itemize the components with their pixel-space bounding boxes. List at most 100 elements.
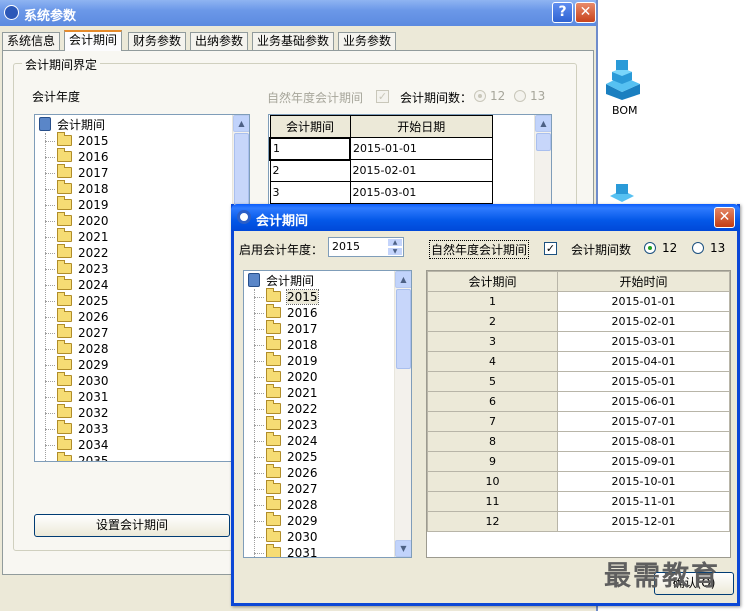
dialog-grid-cell-period[interactable]: 7 bbox=[427, 411, 558, 432]
scroll-up-arrow-icon[interactable]: ▲ bbox=[395, 271, 411, 288]
tree-year-item[interactable]: 2019 bbox=[57, 196, 109, 213]
dialog-grid-cell-period[interactable]: 11 bbox=[427, 491, 558, 512]
dialog-grid-cell-period[interactable]: 8 bbox=[427, 431, 558, 452]
tree-year-item[interactable]: 2035 bbox=[57, 452, 109, 461]
tree-year-item[interactable]: 2032 bbox=[57, 404, 109, 421]
dialog-tree-year-item[interactable]: 2029 bbox=[266, 512, 318, 529]
tree-year-item[interactable]: 2029 bbox=[57, 356, 109, 373]
table-row[interactable]: 5 2015-05-01 bbox=[427, 371, 730, 392]
set-period-button[interactable]: 设置会计期间 bbox=[34, 514, 230, 537]
dialog-grid-cell-period[interactable]: 10 bbox=[427, 471, 558, 492]
dialog-tree-year-item[interactable]: 2027 bbox=[266, 480, 318, 497]
dialog-close-button[interactable]: ✕ bbox=[714, 207, 735, 228]
dialog-tree-year-item[interactable]: 2016 bbox=[266, 304, 318, 321]
dialog-tree-year-item[interactable]: 2020 bbox=[266, 368, 318, 385]
tree-year-item[interactable]: 2034 bbox=[57, 436, 109, 453]
scroll-up-arrow-icon[interactable]: ▲ bbox=[233, 115, 249, 132]
tree-year-item[interactable]: 2027 bbox=[57, 324, 109, 341]
tree-year-item[interactable]: 2025 bbox=[57, 292, 109, 309]
tree-root[interactable]: 会计期间 bbox=[39, 117, 105, 133]
main-period-grid[interactable]: 会计期间 开始日期 1 2015-01-01 2 2015-02-01 3 20… bbox=[268, 114, 552, 210]
tree-year-item[interactable]: 2017 bbox=[57, 164, 109, 181]
natural-year-checkbox[interactable]: ✓ bbox=[376, 90, 389, 103]
tree-year-item[interactable]: 2023 bbox=[57, 260, 109, 277]
table-row[interactable]: 3 2015-03-01 bbox=[427, 331, 730, 352]
scroll-thumb[interactable] bbox=[396, 289, 411, 369]
dialog-tree-year-item[interactable]: 2024 bbox=[266, 432, 318, 449]
dialog-titlebar[interactable]: 会计期间 ✕ bbox=[231, 204, 740, 231]
spin-up-icon[interactable]: ▲ bbox=[387, 238, 403, 247]
start-year-value[interactable]: 2015 bbox=[332, 240, 360, 253]
dialog-tree-year-item[interactable]: 2028 bbox=[266, 496, 318, 513]
period-12-radio[interactable] bbox=[474, 90, 486, 102]
grid-cell-period[interactable]: 2 bbox=[269, 159, 351, 182]
tab-business-base-params[interactable]: 业务基础参数 bbox=[252, 32, 335, 50]
scroll-thumb[interactable] bbox=[536, 133, 551, 151]
dialog-grid-cell-start[interactable]: 2015-04-01 bbox=[557, 351, 730, 372]
table-row[interactable]: 6 2015-06-01 bbox=[427, 391, 730, 412]
main-grid-scrollbar[interactable]: ▲ bbox=[534, 115, 551, 209]
tree-year-item[interactable]: 2030 bbox=[57, 372, 109, 389]
tab-finance-params[interactable]: 财务参数 bbox=[128, 32, 187, 50]
dialog-tree-year-item[interactable]: 2021 bbox=[266, 384, 318, 401]
dialog-natural-year-checkbox[interactable]: ✓ bbox=[544, 242, 557, 255]
tab-business-params[interactable]: 业务参数 bbox=[338, 32, 397, 50]
table-row[interactable]: 1 2015-01-01 bbox=[427, 291, 730, 312]
dialog-tree-scrollbar[interactable]: ▲ ▼ bbox=[394, 271, 411, 557]
main-period-tree[interactable]: 会计期间 2015 2016 2017 2018 2019 2020 2021 2022 202… bbox=[34, 114, 250, 462]
dialog-period-13-radio[interactable] bbox=[692, 242, 704, 254]
dialog-grid-cell-period[interactable]: 1 bbox=[427, 291, 558, 312]
grid-cell-start[interactable]: 2015-01-01 bbox=[349, 137, 493, 160]
bom-icon[interactable] bbox=[600, 58, 644, 100]
dialog-grid-cell-period[interactable]: 4 bbox=[427, 351, 558, 372]
tab-system-info[interactable]: 系统信息 bbox=[2, 32, 61, 50]
dialog-tree-year-item[interactable]: 2026 bbox=[266, 464, 318, 481]
table-row[interactable]: 8 2015-08-01 bbox=[427, 431, 730, 452]
dialog-tree-year-item[interactable]: 2018 bbox=[266, 336, 318, 353]
table-row[interactable]: 9 2015-09-01 bbox=[427, 451, 730, 472]
dialog-grid-cell-start[interactable]: 2015-05-01 bbox=[557, 371, 730, 392]
dialog-period-tree[interactable]: 会计期间 2015 2016 2017 2018 2019 2020 2021 2022 202… bbox=[243, 270, 412, 558]
table-row[interactable]: 2 2015-02-01 bbox=[269, 159, 493, 182]
tab-cashier-params[interactable]: 出纳参数 bbox=[190, 32, 249, 50]
dialog-grid-cell-period[interactable]: 9 bbox=[427, 451, 558, 472]
dialog-tree-year-item[interactable]: 2017 bbox=[266, 320, 318, 337]
grid-cell-period[interactable]: 1 bbox=[269, 136, 351, 161]
tree-year-item[interactable]: 2015 bbox=[57, 132, 109, 149]
dialog-period-grid[interactable]: 会计期间 开始时间 1 2015-01-01 2 2015-02-01 3 2015-03… bbox=[426, 270, 731, 558]
tree-year-item[interactable]: 2033 bbox=[57, 420, 109, 437]
dialog-tree-year-item[interactable]: 2015 bbox=[266, 288, 319, 305]
grid-cell-period[interactable]: 3 bbox=[269, 181, 351, 204]
dialog-grid-cell-period[interactable]: 3 bbox=[427, 331, 558, 352]
dialog-grid-cell-start[interactable]: 2015-01-01 bbox=[557, 291, 730, 312]
tree-year-item[interactable]: 2022 bbox=[57, 244, 109, 261]
table-row[interactable]: 12 2015-12-01 bbox=[427, 511, 730, 532]
spin-down-icon[interactable]: ▼ bbox=[387, 247, 403, 256]
table-row[interactable]: 4 2015-04-01 bbox=[427, 351, 730, 372]
dialog-tree-year-item[interactable]: 2030 bbox=[266, 528, 318, 545]
table-row[interactable]: 10 2015-10-01 bbox=[427, 471, 730, 492]
dialog-grid-cell-start[interactable]: 2015-07-01 bbox=[557, 411, 730, 432]
dialog-grid-cell-start[interactable]: 2015-08-01 bbox=[557, 431, 730, 452]
help-button[interactable]: ? bbox=[552, 2, 573, 23]
dialog-grid-cell-start[interactable]: 2015-03-01 bbox=[557, 331, 730, 352]
table-row[interactable]: 3 2015-03-01 bbox=[269, 181, 493, 204]
table-row[interactable]: 11 2015-11-01 bbox=[427, 491, 730, 512]
dialog-grid-cell-start[interactable]: 2015-11-01 bbox=[557, 491, 730, 512]
dialog-grid-cell-start[interactable]: 2015-06-01 bbox=[557, 391, 730, 412]
tree-year-item[interactable]: 2028 bbox=[57, 340, 109, 357]
tree-year-item[interactable]: 2018 bbox=[57, 180, 109, 197]
main-close-button[interactable]: ✕ bbox=[575, 2, 596, 23]
dialog-tree-year-item[interactable]: 2031 bbox=[266, 544, 318, 557]
scroll-up-arrow-icon[interactable]: ▲ bbox=[535, 115, 551, 132]
dialog-tree-root[interactable]: 会计期间 bbox=[248, 273, 314, 289]
table-row[interactable]: 1 2015-01-01 bbox=[269, 136, 493, 161]
tree-year-item[interactable]: 2024 bbox=[57, 276, 109, 293]
dialog-tree-year-item[interactable]: 2019 bbox=[266, 352, 318, 369]
dialog-period-12-radio[interactable] bbox=[644, 242, 656, 254]
dialog-grid-cell-start[interactable]: 2015-10-01 bbox=[557, 471, 730, 492]
table-row[interactable]: 7 2015-07-01 bbox=[427, 411, 730, 432]
start-year-spinner[interactable]: 2015 ▲ ▼ bbox=[328, 237, 404, 257]
dialog-grid-cell-period[interactable]: 12 bbox=[427, 511, 558, 532]
dialog-grid-cell-start[interactable]: 2015-12-01 bbox=[557, 511, 730, 532]
